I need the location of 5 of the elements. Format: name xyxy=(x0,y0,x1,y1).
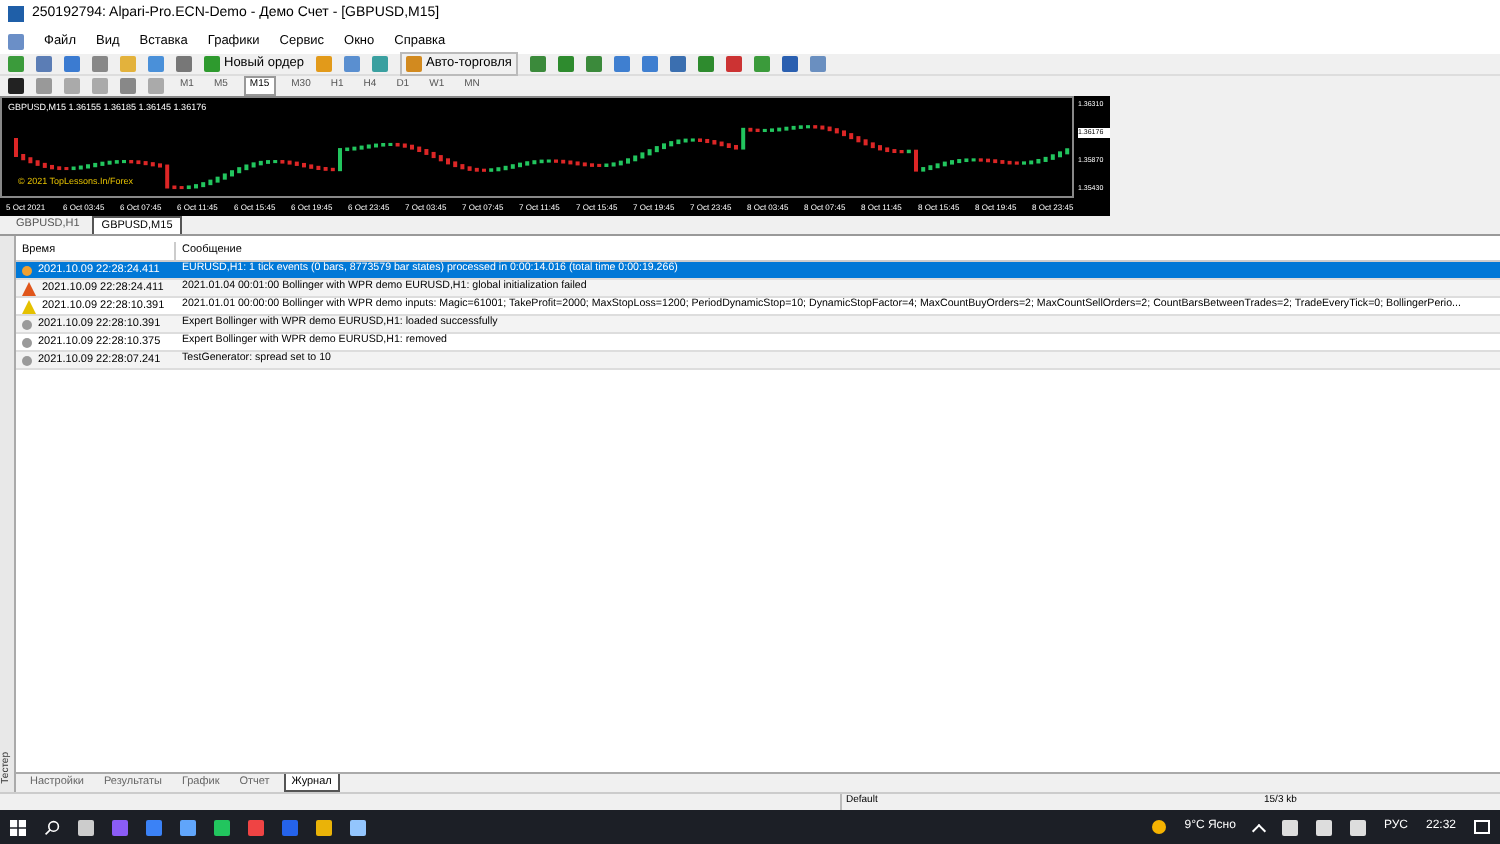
app-icon xyxy=(8,6,24,22)
info-icon xyxy=(22,265,32,275)
journal-row[interactable] xyxy=(16,298,1500,316)
windows-icon[interactable] xyxy=(10,819,26,835)
search-icon[interactable] xyxy=(44,819,60,835)
